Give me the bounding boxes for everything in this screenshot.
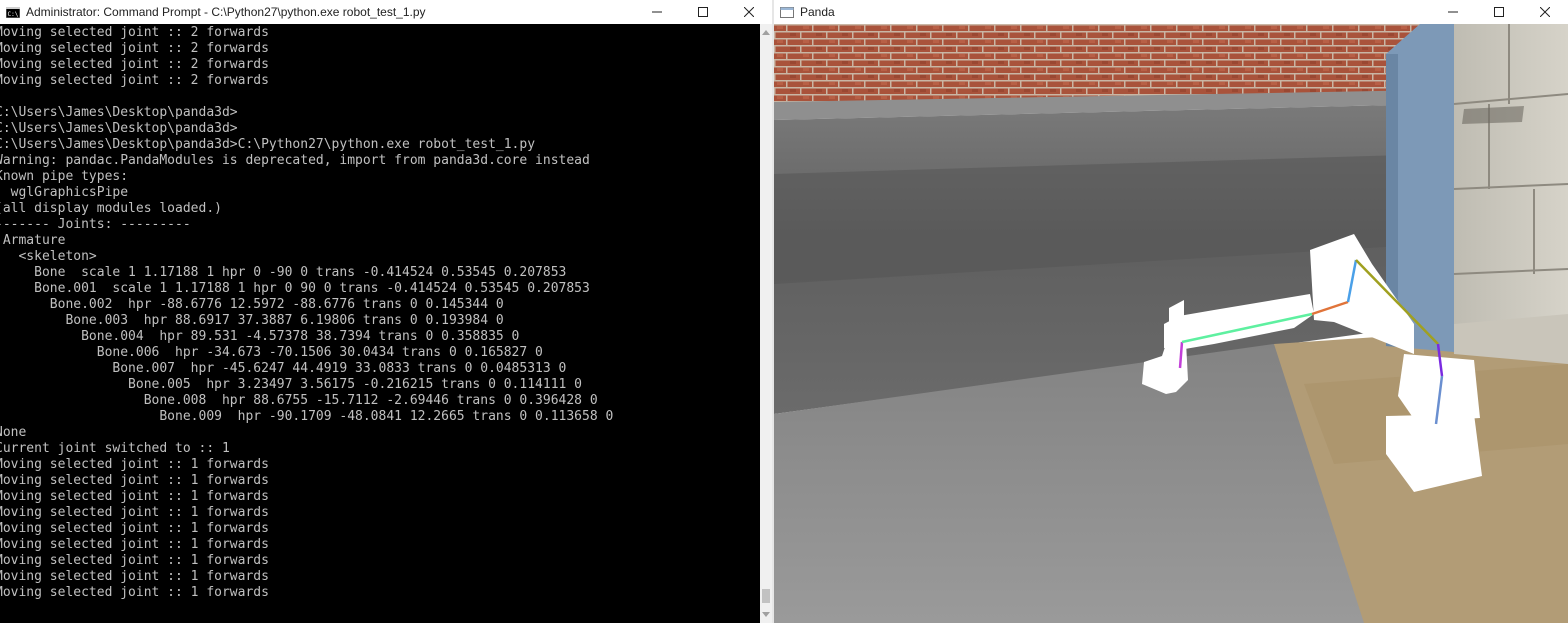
console-line: Bone.005 hpr 3.23497 3.56175 -0.216215 t… [0,377,582,392]
brick-wall [774,24,1434,102]
console-line: (all display modules loaded.) [0,201,222,216]
console-line: Bone.002 hpr -88.6776 12.5972 -88.6776 t… [0,297,504,312]
console-line: Moving selected joint :: 1 forwards [0,457,269,472]
console-line: <skeleton> [0,249,97,264]
panda-titlebar[interactable]: Panda [774,0,1568,24]
console-title: Administrator: Command Prompt - C:\Pytho… [26,5,426,19]
console-line: Current joint switched to :: 1 [0,441,230,456]
scroll-down-button[interactable] [760,606,772,623]
minimize-button[interactable] [1430,0,1476,24]
console-window: C:\ Administrator: Command Prompt - C:\P… [0,0,772,623]
console-output-area[interactable]: Moving selected joint :: 2 forwards Movin… [0,24,760,623]
console-line: Bone.009 hpr -90.1709 -48.0841 12.2665 t… [0,409,614,424]
console-line: C:\Users\James\Desktop\panda3d> [0,105,238,120]
console-line: Moving selected joint :: 1 forwards [0,585,269,600]
console-titlebar[interactable]: C:\ Administrator: Command Prompt - C:\P… [0,0,772,24]
panda-window-icon [780,6,794,18]
console-line: None [0,425,27,440]
console-line: C:\Users\James\Desktop\panda3d> [0,121,238,136]
scene-render [774,24,1568,623]
arrow-down-icon [762,612,770,617]
console-line: ------- Joints: --------- [0,217,191,232]
console-line: Moving selected joint :: 2 forwards [0,25,269,40]
console-line: Moving selected joint :: 1 forwards [0,489,269,504]
console-line: Bone.001 scale 1 1.17188 1 hpr 0 90 0 tr… [0,281,590,296]
close-icon [744,7,754,17]
minimize-button[interactable] [634,0,680,24]
console-line: Bone.008 hpr 88.6755 -15.7112 -2.69446 t… [0,393,598,408]
console-line: Moving selected joint :: 1 forwards [0,473,269,488]
console-line: Bone scale 1 1.17188 1 hpr 0 -90 0 trans… [0,265,567,280]
console-line: Moving selected joint :: 1 forwards [0,537,269,552]
console-line: Moving selected joint :: 2 forwards [0,73,269,88]
minimize-icon [652,11,662,13]
console-line: Warning: pandac.PandaModules is deprecat… [0,153,590,168]
maximize-button[interactable] [1476,0,1522,24]
console-line: Known pipe types: [0,169,129,184]
console-scrollbar[interactable] [760,24,772,623]
maximize-icon [698,7,708,17]
arrow-up-icon [762,30,770,35]
console-line: Bone.004 hpr 89.531 -4.57378 38.7394 tra… [0,329,520,344]
maximize-button[interactable] [680,0,726,24]
panda-window-controls [1430,0,1568,24]
console-line: Bone.006 hpr -34.673 -70.1506 30.0434 tr… [0,345,543,360]
console-line: Moving selected joint :: 1 forwards [0,569,269,584]
console-output: Moving selected joint :: 2 forwards Movin… [0,25,755,601]
cmd-icon: C:\ [6,6,20,18]
scrollbar-thumb[interactable] [762,589,770,603]
panda-3d-viewport[interactable] [774,24,1568,623]
console-line: Moving selected joint :: 2 forwards [0,57,269,72]
panda-window: Panda [774,0,1568,623]
console-window-controls [634,0,772,24]
scroll-up-button[interactable] [760,24,772,41]
close-button[interactable] [726,0,772,24]
console-line: Moving selected joint :: 1 forwards [0,553,269,568]
panda-title: Panda [800,5,835,19]
console-line: Armature [0,233,66,248]
maximize-icon [1494,7,1504,17]
console-line: Moving selected joint :: 2 forwards [0,41,269,56]
console-line: Bone.007 hpr -45.6247 44.4919 33.0833 tr… [0,361,567,376]
close-icon [1540,7,1550,17]
console-line: C:\Users\James\Desktop\panda3d>C:\Python… [0,137,536,152]
console-line: Moving selected joint :: 1 forwards [0,505,269,520]
console-line: Moving selected joint :: 1 forwards [0,521,269,536]
svg-text:C:\: C:\ [8,11,19,18]
console-line: Bone.003 hpr 88.6917 37.3887 6.19806 tra… [0,313,504,328]
minimize-icon [1448,11,1458,13]
close-button[interactable] [1522,0,1568,24]
console-line: wglGraphicsPipe [0,185,129,200]
